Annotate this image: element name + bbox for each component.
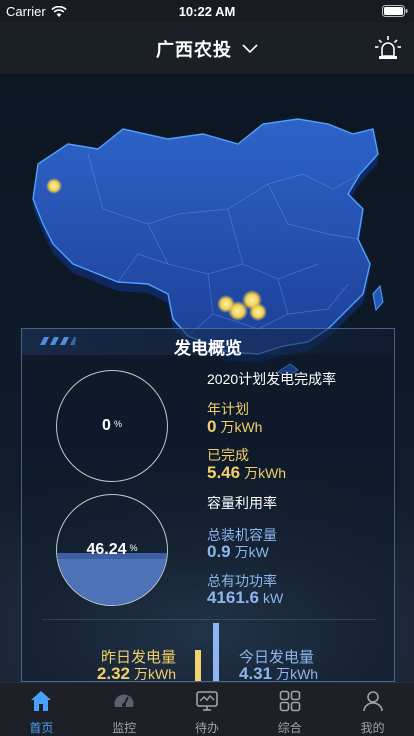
completed-label: 已完成	[207, 447, 249, 463]
card-divider	[42, 619, 376, 620]
nav-bar: 广西农投	[0, 22, 414, 74]
tab-mine[interactable]: 我的	[331, 683, 414, 736]
user-icon	[362, 691, 383, 712]
alarm-button[interactable]	[374, 34, 402, 62]
annual-plan-value: 0 万kWh	[207, 417, 263, 436]
plan-completion-gauge: 0%	[56, 370, 168, 482]
completed-value: 5.46 万kWh	[207, 463, 287, 482]
capacity-utilization-fill	[57, 553, 167, 605]
tab-monitor-label: 监控	[112, 721, 137, 735]
installed-capacity-value: 0.9 万kW	[207, 542, 269, 561]
capacity-section-title: 容量利用率	[207, 495, 277, 511]
plan-completion-value: 0%	[102, 417, 122, 434]
card-title: 发电概览	[174, 339, 242, 358]
grid-icon	[279, 690, 301, 712]
tab-general-label: 综合	[277, 721, 302, 735]
annual-plan-label: 年计划	[207, 401, 249, 417]
tab-general[interactable]: 综合	[248, 683, 331, 736]
gauge-icon	[114, 694, 134, 707]
yesterday-generation-value: 2.32 万kWh	[96, 664, 176, 683]
status-time: 10:22 AM	[178, 4, 236, 19]
page-title: 广西农投	[156, 40, 232, 60]
card-header: 发电概览	[22, 329, 394, 358]
tab-monitor[interactable]: 监控	[83, 683, 166, 736]
tab-todo-label: 待办	[194, 721, 219, 735]
status-bar: Carrier 10:22 AM	[0, 0, 414, 22]
alarm-light-icon	[375, 36, 401, 59]
org-selector[interactable]: 广西农投	[0, 36, 414, 62]
capacity-utilization-gauge: 46.24%	[56, 494, 168, 606]
today-generation-bar	[213, 623, 219, 681]
chevron-down-icon	[242, 38, 258, 59]
active-power-value: 4161.6 kW	[207, 588, 284, 607]
plan-section-title: 2020计划发电完成率	[207, 371, 337, 387]
tab-bar: 首页 监控 待办 综合 我的	[0, 682, 414, 736]
home-icon	[31, 691, 52, 711]
power-overview-card: 发电概览 0% 2020计划发电完成率 年计划 0 万kWh 已完成 5.46 万k…	[21, 328, 395, 683]
tab-home-label: 首页	[29, 721, 54, 735]
today-generation-value: 4.31 万kWh	[239, 664, 319, 683]
yesterday-generation-bar	[195, 649, 201, 681]
capacity-utilization-value: 46.24%	[86, 541, 138, 558]
battery-icon	[382, 5, 408, 20]
monitor-icon	[196, 691, 218, 711]
tab-todo[interactable]: 待办	[166, 683, 249, 736]
tab-home[interactable]: 首页	[0, 683, 83, 736]
tab-mine-label: 我的	[360, 721, 385, 735]
